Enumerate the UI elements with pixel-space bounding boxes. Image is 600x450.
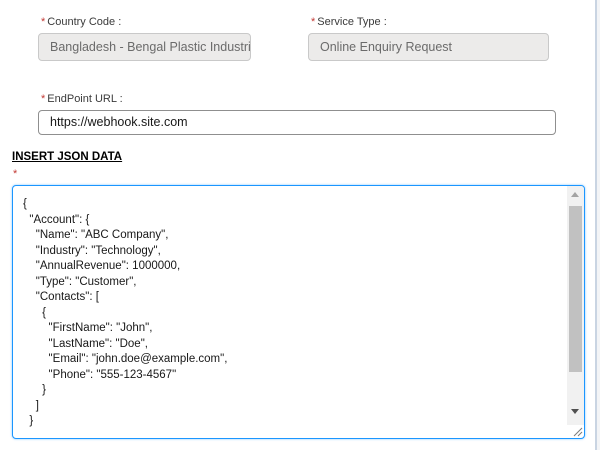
country-code-field[interactable]: Bangladesh - Bengal Plastic Industries: [38, 33, 251, 61]
required-mark: *: [311, 16, 316, 28]
country-code-value: Bangladesh - Bengal Plastic Industries: [50, 40, 251, 54]
service-type-field[interactable]: Online Enquiry Request: [308, 33, 549, 61]
endpoint-url-label: * EndPoint URL :: [41, 93, 123, 105]
endpoint-url-label-text: EndPoint URL :: [47, 93, 123, 105]
required-mark: *: [41, 16, 46, 28]
service-type-value: Online Enquiry Request: [320, 40, 453, 54]
json-required-mark: *: [13, 168, 18, 180]
service-type-label: * Service Type :: [311, 16, 387, 28]
json-data-content: { "Account": { "Name": "ABC Company", "I…: [23, 198, 228, 427]
service-type-label-text: Service Type :: [317, 16, 387, 28]
page-edge-border: [595, 0, 597, 450]
json-scrollbar[interactable]: [567, 186, 584, 425]
triangle-up-icon[interactable]: [571, 192, 579, 197]
json-section-title: INSERT JSON DATA: [12, 151, 123, 163]
required-mark: *: [41, 93, 46, 105]
triangle-down-icon[interactable]: [571, 409, 579, 414]
country-code-label: * Country Code :: [41, 16, 121, 28]
json-data-textarea[interactable]: { "Account": { "Name": "ABC Company", "I…: [12, 185, 585, 439]
endpoint-url-value: https://webhook.site.com: [50, 115, 188, 129]
country-code-label-text: Country Code :: [47, 16, 122, 28]
endpoint-url-input[interactable]: https://webhook.site.com: [38, 110, 556, 135]
resize-grip-icon[interactable]: [572, 426, 583, 437]
scrollbar-thumb[interactable]: [569, 206, 582, 372]
